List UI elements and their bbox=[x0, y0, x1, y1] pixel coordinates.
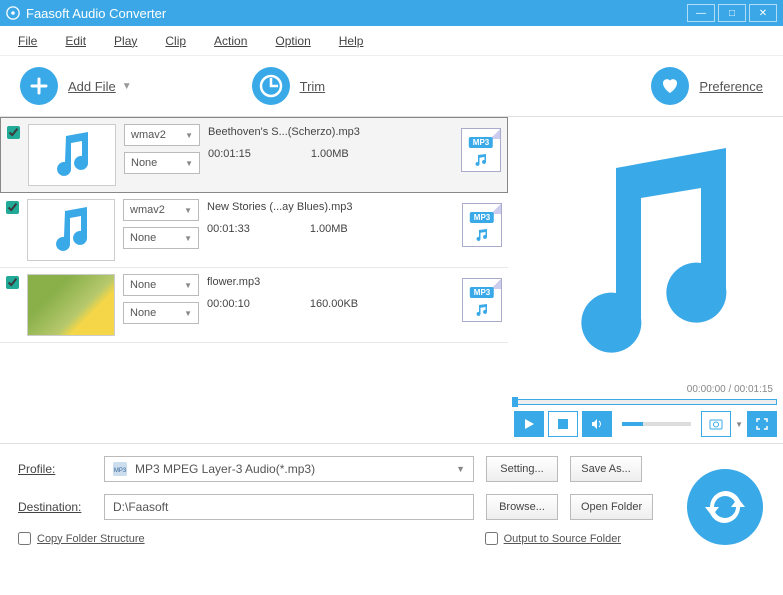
menu-help[interactable]: Help bbox=[339, 34, 364, 48]
destination-input[interactable] bbox=[104, 494, 474, 520]
fullscreen-button[interactable] bbox=[747, 411, 777, 437]
trim-button[interactable]: Trim bbox=[252, 67, 326, 105]
file-list: wmav2▼ None▼ Beethoven's S...(Scherzo).mp3… bbox=[0, 117, 508, 443]
file-row[interactable]: wmav2▼ None▼ New Stories (...ay Blues).mp3… bbox=[0, 193, 508, 268]
app-icon bbox=[6, 6, 20, 20]
volume-slider[interactable] bbox=[622, 422, 691, 426]
file-duration: 00:01:15 bbox=[208, 148, 251, 160]
window-title: Faasoft Audio Converter bbox=[26, 6, 166, 21]
menu-clip[interactable]: Clip bbox=[165, 34, 186, 48]
titlebar: Faasoft Audio Converter — □ ✕ bbox=[0, 0, 783, 26]
refresh-icon bbox=[703, 485, 747, 529]
file-checkbox[interactable] bbox=[7, 126, 20, 139]
output-format-icon: MP3 bbox=[461, 128, 501, 172]
svg-text:MP3: MP3 bbox=[114, 468, 127, 474]
file-name: flower.mp3 bbox=[207, 276, 454, 288]
file-thumbnail bbox=[27, 274, 115, 336]
convert-button[interactable] bbox=[687, 469, 763, 545]
profile-label: Profile: bbox=[18, 462, 92, 476]
trim-icon bbox=[252, 67, 290, 105]
maximize-button[interactable]: □ bbox=[718, 4, 746, 22]
codec-select[interactable]: wmav2▼ bbox=[123, 199, 199, 221]
output-format-icon: MP3 bbox=[462, 278, 502, 322]
destination-label: Destination: bbox=[18, 500, 92, 514]
bottom-panel: Profile: MP3 MP3 MPEG Layer-3 Audio(*.mp… bbox=[0, 444, 783, 555]
file-name: New Stories (...ay Blues).mp3 bbox=[207, 201, 454, 213]
file-checkbox[interactable] bbox=[6, 201, 19, 214]
file-name: Beethoven's S...(Scherzo).mp3 bbox=[208, 126, 453, 138]
snapshot-arrow-icon[interactable]: ▼ bbox=[735, 420, 743, 429]
codec-select[interactable]: None▼ bbox=[123, 274, 199, 296]
dropdown-arrow-icon: ▼ bbox=[122, 81, 132, 92]
output-format-icon: MP3 bbox=[462, 203, 502, 247]
preview-controls: ▼ bbox=[514, 411, 777, 437]
seek-bar[interactable] bbox=[514, 399, 777, 405]
file-size: 1.00MB bbox=[310, 223, 348, 235]
menu-option[interactable]: Option bbox=[275, 34, 310, 48]
file-row[interactable]: wmav2▼ None▼ Beethoven's S...(Scherzo).mp3… bbox=[0, 117, 508, 193]
codec-select[interactable]: wmav2▼ bbox=[124, 124, 200, 146]
menu-edit[interactable]: Edit bbox=[65, 34, 86, 48]
effect-select[interactable]: None▼ bbox=[124, 152, 200, 174]
browse-button[interactable]: Browse... bbox=[486, 494, 558, 520]
file-row[interactable]: None▼ None▼ flower.mp3 00:00:10 160.00KB MP3 bbox=[0, 268, 508, 343]
toolbar: Add File ▼ Trim Preference bbox=[0, 56, 783, 116]
snapshot-button[interactable] bbox=[701, 411, 731, 437]
file-duration: 00:01:33 bbox=[207, 223, 250, 235]
preview-panel: 00:00:00 / 00:01:15 ▼ bbox=[508, 117, 783, 443]
stop-button[interactable] bbox=[548, 411, 578, 437]
menu-play[interactable]: Play bbox=[114, 34, 137, 48]
copy-structure-checkbox[interactable]: Copy Folder Structure bbox=[18, 532, 145, 545]
preference-button[interactable]: Preference bbox=[651, 67, 763, 105]
file-thumbnail bbox=[28, 124, 116, 186]
main-area: wmav2▼ None▼ Beethoven's S...(Scherzo).mp3… bbox=[0, 116, 783, 444]
add-file-button[interactable]: Add File ▼ bbox=[20, 67, 132, 105]
minimize-button[interactable]: — bbox=[687, 4, 715, 22]
file-size: 160.00KB bbox=[310, 298, 358, 310]
file-checkbox[interactable] bbox=[6, 276, 19, 289]
mp3-icon: MP3 bbox=[113, 462, 127, 476]
save-as-button[interactable]: Save As... bbox=[570, 456, 642, 482]
music-note-icon bbox=[546, 148, 746, 358]
output-source-checkbox[interactable]: Output to Source Folder bbox=[485, 532, 621, 545]
close-button[interactable]: ✕ bbox=[749, 4, 777, 22]
plus-icon bbox=[20, 67, 58, 105]
heart-icon bbox=[651, 67, 689, 105]
preview-time: 00:00:00 / 00:01:15 bbox=[514, 382, 777, 397]
menu-action[interactable]: Action bbox=[214, 34, 247, 48]
mute-button[interactable] bbox=[582, 411, 612, 437]
profile-select[interactable]: MP3 MP3 MPEG Layer-3 Audio(*.mp3) ▼ bbox=[104, 456, 474, 482]
setting-button[interactable]: Setting... bbox=[486, 456, 558, 482]
menu-file[interactable]: File bbox=[18, 34, 37, 48]
menubar: File Edit Play Clip Action Option Help bbox=[0, 26, 783, 56]
file-thumbnail bbox=[27, 199, 115, 261]
file-size: 1.00MB bbox=[311, 148, 349, 160]
effect-select[interactable]: None▼ bbox=[123, 302, 199, 324]
effect-select[interactable]: None▼ bbox=[123, 227, 199, 249]
preview-canvas bbox=[514, 123, 777, 382]
file-duration: 00:00:10 bbox=[207, 298, 250, 310]
open-folder-button[interactable]: Open Folder bbox=[570, 494, 653, 520]
play-button[interactable] bbox=[514, 411, 544, 437]
